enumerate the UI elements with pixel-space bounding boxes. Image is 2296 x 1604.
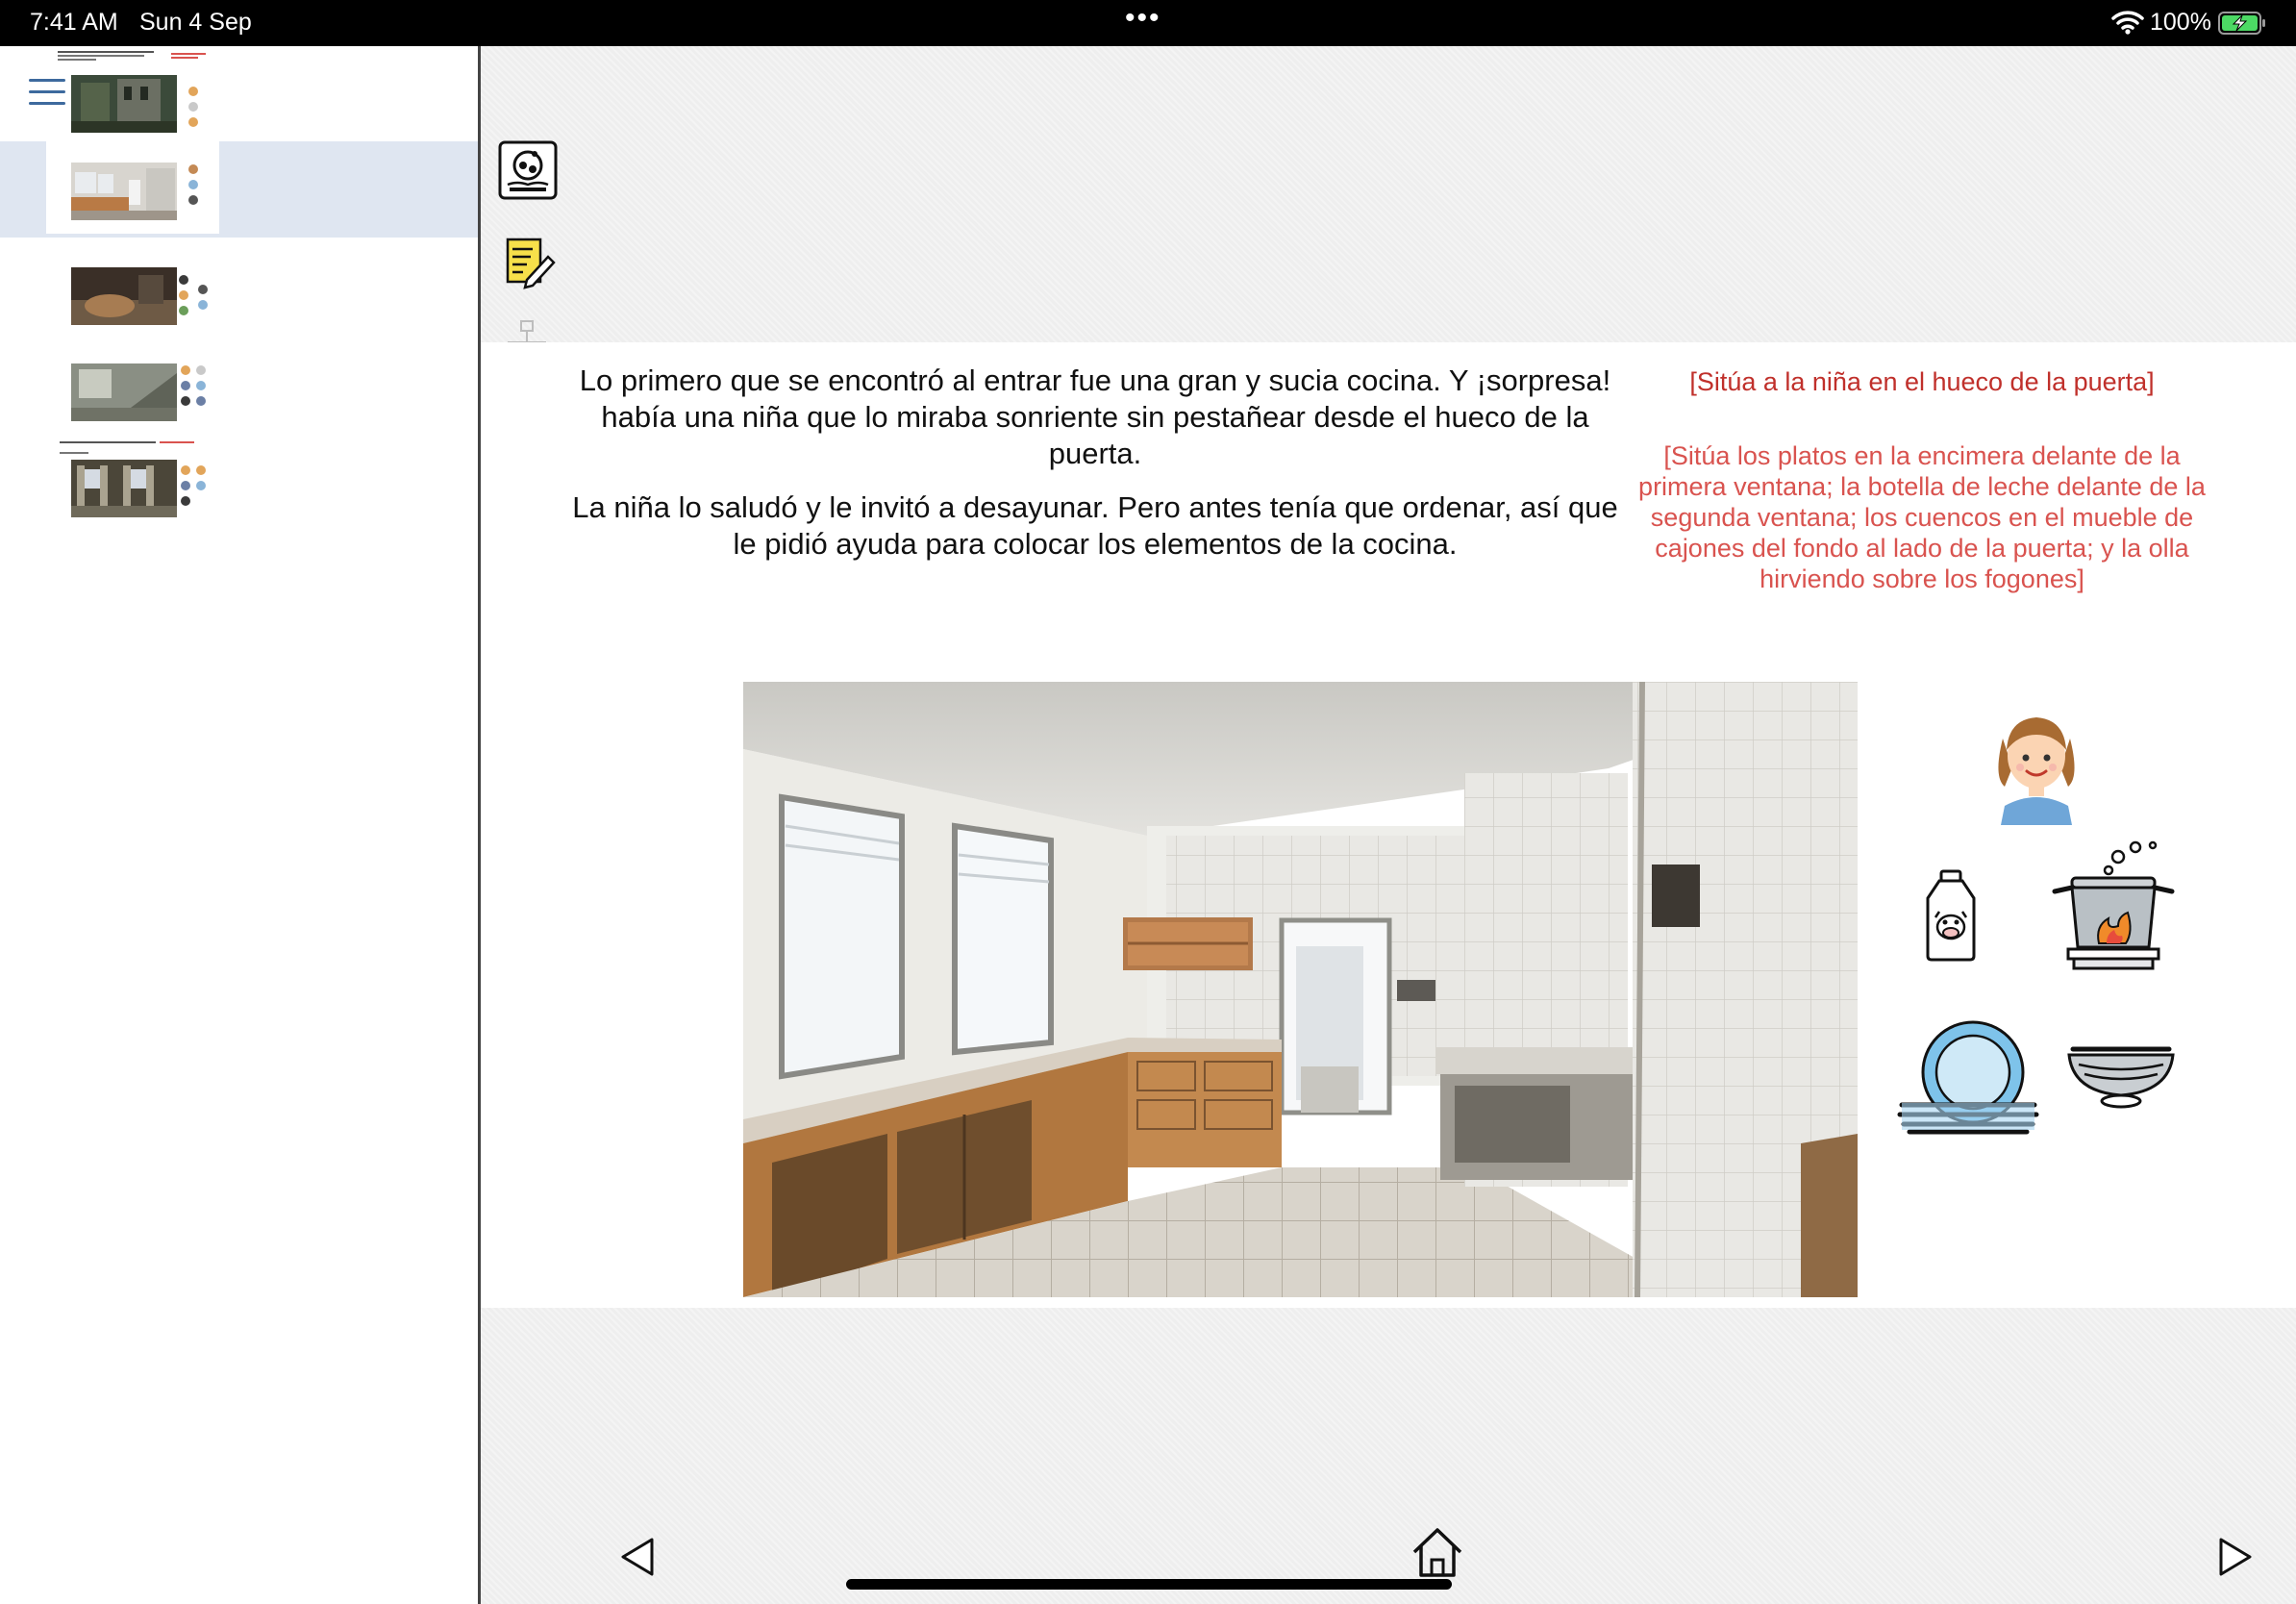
slides-sidebar (0, 46, 481, 1604)
thumbnail-image (71, 163, 177, 220)
kitchen-scene-image[interactable] (743, 682, 1858, 1297)
wifi-icon (2111, 11, 2144, 35)
instruction-items: [Sitúa los platos en la encimera delante… (1638, 441, 2206, 593)
thumbnail-pieces-2 (198, 283, 219, 340)
thumbnail-pieces-2 (196, 464, 217, 521)
thumbnail-image (71, 363, 177, 421)
home-icon[interactable] (1410, 1525, 1464, 1579)
thumbnail-pieces (188, 163, 210, 220)
next-page-icon[interactable] (2217, 1536, 2254, 1578)
status-date: Sun 4 Sep (139, 9, 252, 36)
thumbnail-text-lines (60, 433, 204, 454)
slide-thumbnail-2[interactable] (0, 141, 478, 238)
edit-notes-icon[interactable] (498, 234, 558, 293)
thumbnail-pieces (179, 273, 200, 331)
status-time: 7:41 AM (30, 9, 118, 36)
thumbnail-pieces-2 (196, 363, 217, 421)
status-bar: 7:41 AM Sun 4 Sep ••• 100% (0, 0, 2296, 46)
previous-page-icon[interactable] (619, 1536, 656, 1578)
thumbnail-card (46, 141, 219, 234)
slide-thumbnail-5[interactable] (0, 429, 478, 525)
slide-thumbnail-4[interactable] (0, 335, 478, 431)
plates-icon[interactable] (1896, 1020, 2040, 1136)
story-paragraph-1: Lo primero que se encontró al entrar fue… (579, 363, 1611, 470)
boiling-pot-icon[interactable] (2049, 838, 2178, 972)
girl-icon[interactable] (1984, 700, 2089, 825)
battery-percent: 100% (2150, 9, 2211, 36)
thumbnail-image (71, 267, 177, 325)
thumbnail-image (71, 460, 177, 517)
story-page: Lo primero que se encontró al entrar fue… (481, 342, 2296, 1308)
thumbnail-text-lines (58, 49, 163, 63)
main-content: i Lo primero que se encontró al entrar f… (481, 46, 2296, 1604)
thumbnail-pieces (188, 85, 210, 142)
battery-charging-icon (2218, 12, 2265, 35)
read-com-icon[interactable] (498, 140, 558, 200)
slide-thumbnail-1[interactable] (0, 46, 478, 138)
slide-thumbnail-3[interactable] (0, 238, 478, 335)
bowls-icon[interactable] (2065, 1041, 2177, 1111)
multitask-dots[interactable]: ••• (1125, 2, 1161, 35)
instruction-girl: [Sitúa a la niña en el hueco de la puert… (1689, 367, 2155, 396)
thumbnail-image (71, 75, 177, 133)
home-indicator[interactable] (846, 1579, 1452, 1590)
story-paragraph-2: La niña lo saludó y le invitó a desayuna… (572, 490, 1618, 561)
thumbnail-red-notes (171, 51, 206, 63)
milk-bottle-icon[interactable] (1920, 869, 1982, 962)
